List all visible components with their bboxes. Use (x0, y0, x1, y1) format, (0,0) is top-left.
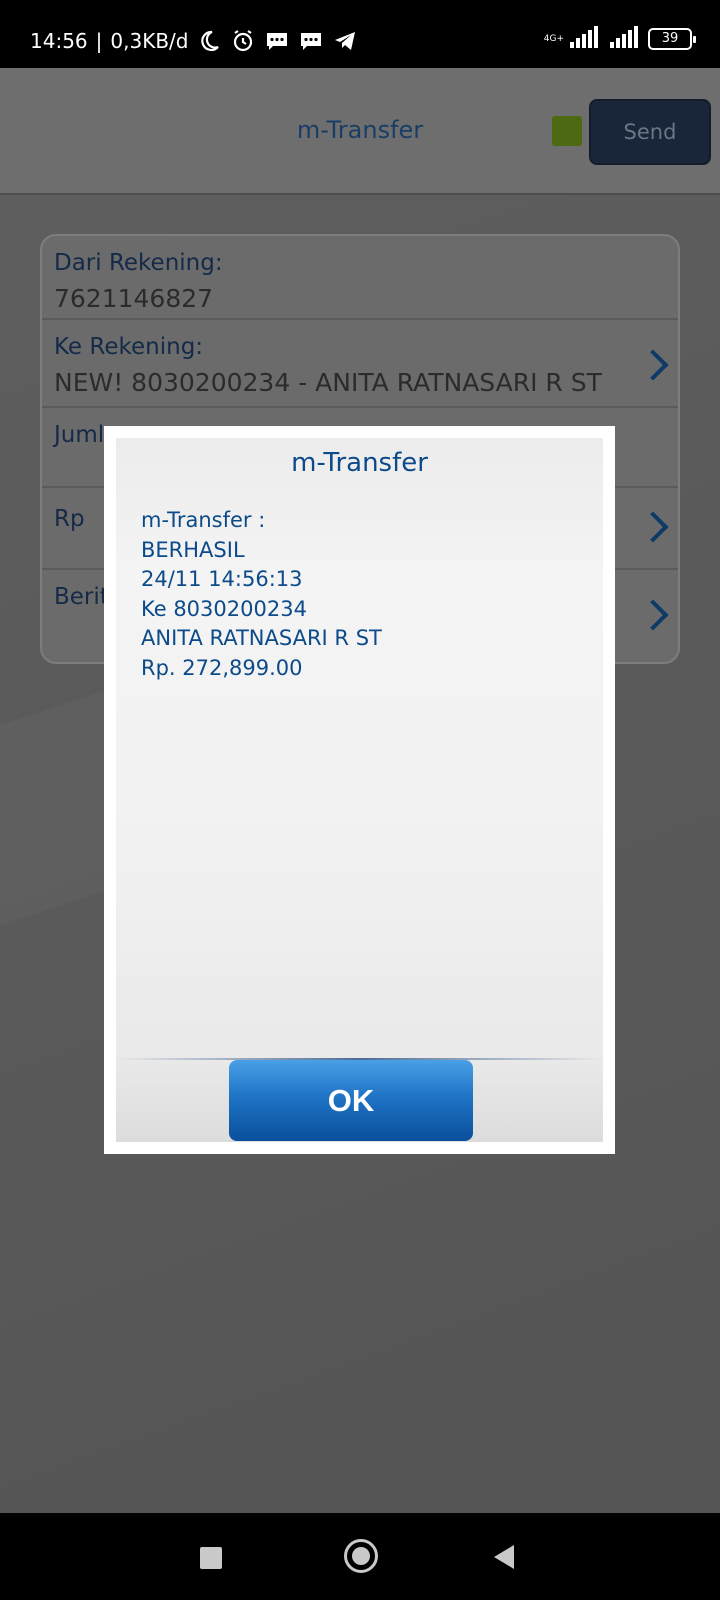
message-line: Rp. 272,899.00 (141, 655, 303, 680)
status-separator: | (95, 29, 103, 53)
alarm-icon (230, 28, 256, 54)
form-label: Juml (54, 422, 105, 448)
dialog-title: m-Transfer (291, 448, 428, 478)
status-network-speed: 0,3KB/d (110, 29, 189, 53)
message-icon (264, 28, 290, 54)
chevron-right-icon[interactable] (637, 349, 669, 381)
network-type: 4G+ (543, 34, 564, 44)
message-line: Ke 8030200234 (141, 596, 307, 621)
form-label: Dari Rekening: (54, 250, 223, 276)
message-line: m-Transfer : (141, 508, 266, 532)
message-icon-2 (298, 28, 324, 54)
chevron-right-icon[interactable] (637, 599, 669, 631)
status-left: 14:56 | 0,3KB/d (30, 28, 358, 54)
dialog-message: m-Transfer : BERHASIL 24/11 14:56:13 Ke … (141, 506, 581, 683)
status-bar: 14:56 | 0,3KB/d 4G+ 39 (0, 0, 720, 68)
signal-icon (568, 26, 598, 52)
navigation-bar (0, 1513, 720, 1600)
recent-apps-icon[interactable] (200, 1547, 222, 1569)
send-button[interactable]: Send (589, 99, 711, 165)
form-row-to-account[interactable]: Ke Rekening: NEW! 8030200234 - ANITA RAT… (42, 320, 678, 408)
dialog-body: m-Transfer m-Transfer : BERHASIL 24/11 1… (116, 438, 603, 1142)
form-label: Berit (54, 584, 109, 610)
moon-icon (196, 28, 222, 54)
status-indicator (552, 116, 582, 146)
chevron-right-icon[interactable] (637, 511, 669, 543)
form-value: 7621146827 (54, 284, 214, 313)
message-line: ANITA RATNASARI R ST (141, 626, 382, 650)
ok-button[interactable]: OK (229, 1060, 473, 1141)
battery-icon: 39 (648, 28, 696, 50)
signal-icon-2 (608, 26, 638, 52)
form-row-from-account: Dari Rekening: 7621146827 (42, 236, 678, 320)
form-value: NEW! 8030200234 - ANITA RATNASARI R ST (54, 368, 602, 397)
message-line: 24/11 14:56:13 (141, 567, 303, 591)
telegram-icon (332, 28, 358, 54)
form-label: Rp (54, 506, 85, 532)
app-header: m-Transfer Send (0, 68, 720, 195)
result-dialog: m-Transfer m-Transfer : BERHASIL 24/11 1… (104, 426, 615, 1154)
status-time: 14:56 (30, 29, 88, 53)
form-label: Ke Rekening: (54, 334, 204, 360)
back-icon[interactable] (494, 1545, 514, 1569)
status-right: 4G+ 39 (543, 26, 696, 52)
home-icon[interactable] (344, 1539, 378, 1573)
message-line: BERHASIL (141, 537, 245, 562)
